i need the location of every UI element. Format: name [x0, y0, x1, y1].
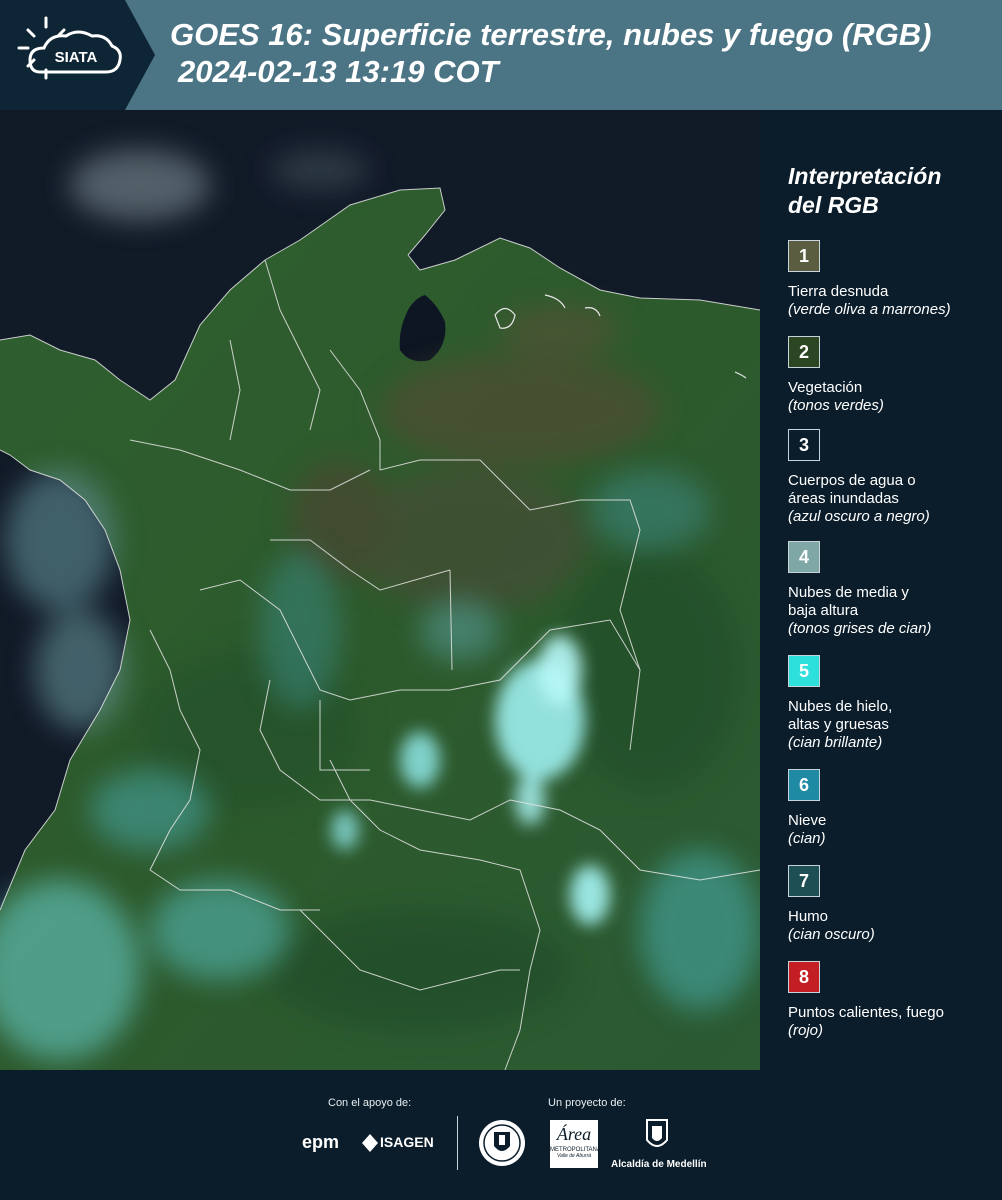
footer: Con el apoyo de: Un proyecto de: epm ISA… [0, 1070, 1002, 1200]
siata-logo: SIATA [0, 0, 155, 110]
footer-divider [457, 1116, 458, 1170]
legend-swatch: 4 [788, 541, 820, 573]
legend-item-snow: 6 Nieve (cian) [788, 769, 993, 848]
support-label: Con el apoyo de: [328, 1097, 412, 1109]
title-line-1: GOES 16: Superficie terrestre, nubes y f… [170, 17, 932, 52]
legend-item-fire: 8 Puntos calientes, fuego (rojo) [788, 961, 993, 1040]
legend-swatch: 7 [788, 865, 820, 897]
title-line-2: 2024-02-13 13:19 COT [178, 54, 499, 89]
legend-swatch: 5 [788, 655, 820, 687]
legend-swatch: 1 [788, 240, 820, 272]
area-metropolitana-logo: Área METROPOLITANA Valle de Aburrá [550, 1120, 601, 1168]
legend-item-mid-low-clouds: 4 Nubes de media y baja altura (tonos gr… [788, 541, 993, 638]
legend-swatch: 6 [788, 769, 820, 801]
legend-swatch: 2 [788, 336, 820, 368]
legend-item-water: 3 Cuerpos de agua o áreas inundadas (azu… [788, 429, 993, 526]
logo-text: SIATA [55, 49, 98, 66]
legend-swatch: 8 [788, 961, 820, 993]
satellite-map [0, 110, 760, 1070]
header-bar: SIATA GOES 16: Superficie terrestre, nub… [0, 0, 1002, 110]
medellin-seal-icon [477, 1118, 527, 1173]
page-title: GOES 16: Superficie terrestre, nubes y f… [170, 16, 931, 90]
isagen-logo [362, 1134, 378, 1157]
isagen-icon [362, 1134, 378, 1152]
legend-item-ice-clouds: 5 Nubes de hielo, altas y gruesas (cian … [788, 655, 993, 752]
legend-item-smoke: 7 Humo (cian oscuro) [788, 865, 993, 944]
alcaldia-text: Alcaldía de Medellín [611, 1159, 707, 1170]
legend-item-vegetation: 2 Vegetación (tonos verdes) [788, 336, 993, 415]
legend-title: Interpretación del RGB [788, 163, 942, 218]
legend-swatch: 3 [788, 429, 820, 461]
isagen-text: ISAGEN [380, 1134, 434, 1150]
epm-logo: epm [302, 1132, 340, 1152]
legend-item-bare-land: 1 Tierra desnuda (verde oliva a marrones… [788, 240, 993, 319]
project-label: Un proyecto de: [548, 1097, 626, 1109]
alcaldia-shield-icon [645, 1118, 669, 1157]
legend-panel: Interpretación del RGB 1 Tierra desnuda … [788, 162, 993, 1040]
